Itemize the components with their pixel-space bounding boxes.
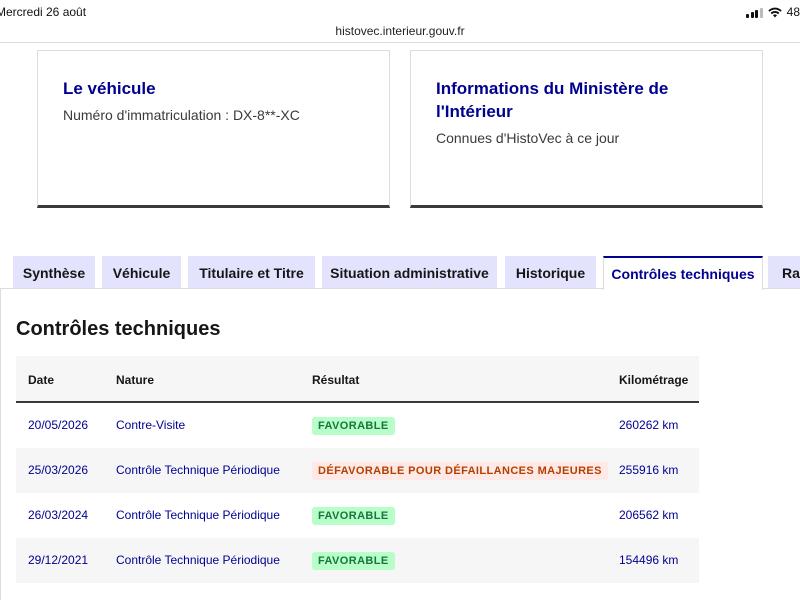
cell-nature: Contre-Visite	[116, 418, 186, 432]
signal-icon	[746, 7, 763, 18]
vehicle-card: Le véhicule Numéro d'immatriculation : D…	[37, 50, 390, 208]
table-header: Date Nature Résultat Kilométrage	[16, 356, 699, 403]
vehicle-card-description: Numéro d'immatriculation : DX-8**-XC	[63, 107, 300, 123]
result-badge: FAVORABLE	[312, 417, 395, 435]
result-badge: FAVORABLE	[312, 507, 395, 525]
cell-nature: Contrôle Technique Périodique	[116, 463, 280, 477]
wifi-icon	[767, 7, 782, 17]
ministry-card-title: Informations du Ministère de l'Intérieur	[436, 79, 669, 121]
cell-nature: Contrôle Technique Périodique	[116, 508, 280, 522]
header-km: Kilométrage	[619, 373, 689, 387]
cell-nature: Contrôle Technique Périodique	[116, 553, 280, 567]
cell-date: 29/12/2021	[28, 553, 89, 567]
cell-date: 26/03/2024	[28, 508, 89, 522]
tab-controles-techniques[interactable]: Contrôles techniques	[603, 256, 763, 290]
table-row: 25/03/2026 Contrôle Technique Périodique…	[16, 448, 699, 493]
panel-left-border	[0, 288, 1, 600]
tab-titulaire[interactable]: Titulaire et Titre	[188, 256, 315, 289]
status-bar: Mercredi 26 août 48	[0, 0, 800, 22]
table-row: 29/12/2021 Contrôle Technique Périodique…	[16, 538, 699, 583]
tab-synthese[interactable]: Synthèse	[13, 256, 95, 289]
ministry-card: Informations du Ministère de l'Intérieur…	[410, 50, 763, 208]
tab-situation-administrative[interactable]: Situation administrative	[322, 256, 497, 289]
header-nature: Nature	[116, 373, 155, 387]
ministry-card-description: Connues d'HistoVec à ce jour	[436, 130, 620, 146]
header-result: Résultat	[312, 373, 360, 387]
tab-rapport[interactable]: Rap	[768, 256, 800, 289]
result-badge: DÉFAVORABLE POUR DÉFAILLANCES MAJEURES	[312, 462, 608, 480]
vehicle-card-title: Le véhicule	[63, 79, 156, 98]
url-bar[interactable]: histovec.interieur.gouv.fr	[0, 24, 800, 38]
result-badge: FAVORABLE	[312, 552, 395, 570]
cell-km: 255916 km	[619, 463, 679, 477]
tab-historique[interactable]: Historique	[505, 256, 596, 289]
cell-km: 206562 km	[619, 508, 679, 522]
cell-date: 25/03/2026	[28, 463, 89, 477]
cell-date: 20/05/2026	[28, 418, 89, 432]
tab-list: Synthèse Véhicule Titulaire et Titre Sit…	[0, 256, 800, 290]
url-divider	[0, 42, 800, 43]
controls-table: Date Nature Résultat Kilométrage 20/05/2…	[16, 356, 699, 583]
status-indicators: 48	[746, 5, 800, 19]
header-date: Date	[28, 373, 55, 387]
table-row: 20/05/2026 Contre-Visite FAVORABLE 26026…	[16, 403, 699, 448]
tab-vehicule[interactable]: Véhicule	[102, 256, 181, 289]
section-title: Contrôles techniques	[16, 318, 221, 340]
cell-km: 154496 km	[619, 553, 679, 567]
status-time: Mercredi 26 août	[0, 5, 87, 19]
table-row: 26/03/2024 Contrôle Technique Périodique…	[16, 493, 699, 538]
battery-level: 48	[786, 5, 800, 19]
cell-km: 260262 km	[619, 418, 679, 432]
